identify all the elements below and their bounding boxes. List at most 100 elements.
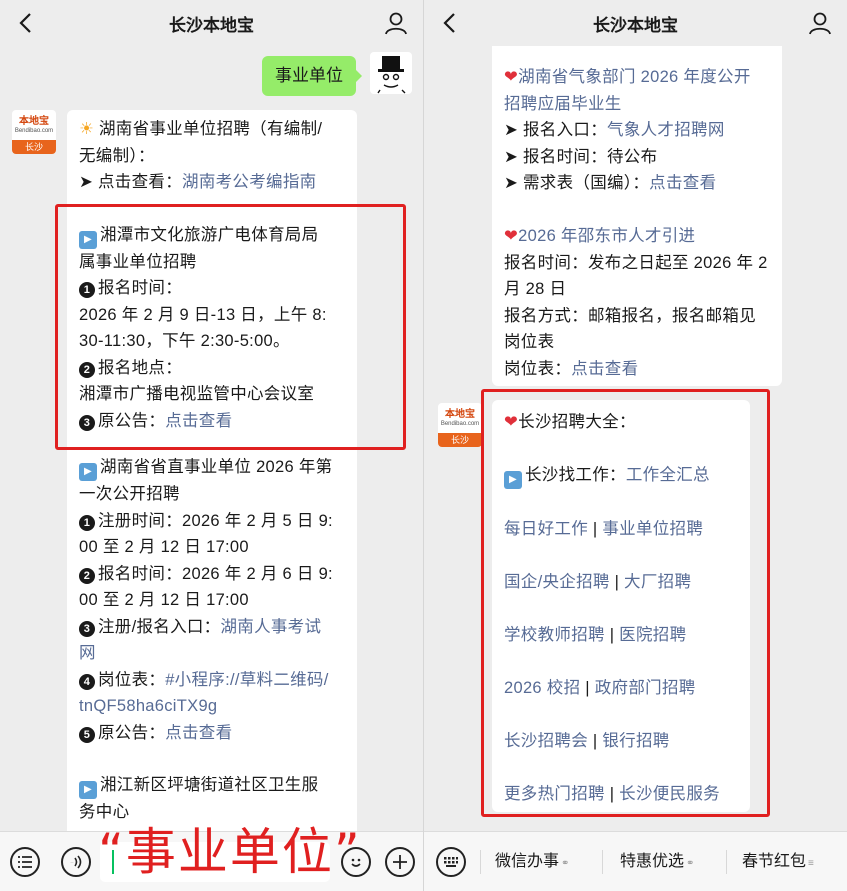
menu-wechat-service[interactable]: 微信办事 ⚭ — [495, 832, 569, 891]
miniprogram-link-2[interactable]: tnQF58ha6ciTX9g — [79, 693, 345, 720]
xiangjiang-title-line: ▶ 湘江新区坪塘街道社区卫生服 — [79, 772, 345, 799]
hunan-exam-link-2[interactable]: 网 — [79, 640, 345, 667]
weather-need-line: ➤ 需求表（国编）：点击查看 — [504, 170, 770, 197]
number-4-icon: 4 — [79, 673, 95, 690]
user-message-bubble[interactable]: 事业单位 — [262, 56, 356, 96]
kaogong-guide-link[interactable]: 湖南考公考编指南 — [182, 173, 316, 191]
number-3-icon: 3 — [79, 620, 95, 637]
intro-label: ➤ 点击查看： — [79, 173, 183, 191]
weather-title-link[interactable]: 湖南省气象部门 2026 年度公开 — [518, 68, 750, 86]
hunan-reg-2: 00 至 2 月 12 日 17:00 — [79, 538, 249, 556]
bubble-tail — [355, 69, 362, 83]
service-menu-bar: 微信办事 ⚭ 特惠优选 ⚭ 春节红包 ≡ — [424, 831, 847, 891]
hunan-item-3: 3 注册/报名入口：湖南人事考试 — [79, 614, 345, 641]
hunan-item-2: 2 报名时间：2026 年 2 月 6 日 9: — [79, 561, 345, 588]
shaodong-post-link[interactable]: 点击查看 — [571, 360, 638, 378]
play-icon: ▶ — [79, 781, 97, 799]
hunan-title-line: ▶ 湖南省省直事业单位 2026 年第 — [79, 454, 345, 481]
shaodong-time-1: 报名时间：发布之日起至 2026 年 2 — [504, 253, 768, 272]
weather-title-line: ❤湖南省气象部门 2026 年度公开 — [504, 64, 770, 91]
chat-header: 长沙本地宝 — [0, 0, 423, 46]
avatar-site: Bendibao.com — [14, 127, 54, 134]
back-arrow-icon[interactable] — [436, 8, 466, 38]
bendibao-avatar[interactable]: 本地宝 Bendibao.com 长沙 — [438, 403, 482, 447]
menu-separator — [480, 850, 481, 874]
shaodong-title-link[interactable]: 2026 年邵东市人才引进 — [518, 227, 695, 245]
keyboard-icon[interactable] — [436, 847, 466, 877]
hunan-reg-1: 注册时间：2026 年 2 月 5 日 9: — [98, 511, 333, 530]
profile-icon[interactable] — [383, 10, 409, 36]
menu-label: 微信办事 — [495, 853, 560, 870]
back-arrow-icon[interactable] — [12, 8, 42, 38]
user-avatar[interactable] — [370, 52, 412, 94]
hunan-title-1: 湖南省省直事业单位 2026 年第 — [100, 458, 333, 476]
message-bubble-right-1: ❤湖南省气象部门 2026 年度公开 招聘应届毕业生 ➤ 报名入口：气象人才招聘… — [492, 46, 782, 386]
bendibao-avatar[interactable]: 本地宝 Bendibao.com 长沙 — [12, 110, 56, 154]
heart-icon: ❤ — [504, 68, 519, 86]
avatar-brand: 本地宝 — [445, 408, 475, 420]
weather-entry-line: ➤ 报名入口：气象人才招聘网 — [504, 117, 770, 144]
hunan-title-2: 一次公开招聘 — [79, 485, 180, 503]
weather-entry-label: ➤ 报名入口： — [504, 121, 608, 139]
hunan-notice-link[interactable]: 点击查看 — [165, 724, 232, 742]
play-icon: ▶ — [79, 463, 97, 481]
hunan-post-label: 岗位表： — [98, 670, 166, 689]
keyword-overlay: “事业单位” — [98, 823, 362, 881]
hunan-item-5: 5 原公告：点击查看 — [79, 720, 345, 747]
voice-icon[interactable] — [61, 847, 91, 877]
sun-icon: ☀ — [79, 120, 95, 138]
hunan-item-1: 1 注册时间：2026 年 2 月 5 日 9: — [79, 508, 345, 535]
shaodong-post-line: 岗位表：点击查看 — [504, 356, 770, 383]
hunan-entry-label: 注册/报名入口： — [98, 617, 221, 636]
chat-title: 长沙本地宝 — [169, 15, 254, 35]
menu-list-icon[interactable] — [10, 847, 40, 877]
avatar-city: 长沙 — [438, 433, 482, 447]
menu-separator — [726, 850, 727, 874]
plus-icon[interactable] — [385, 847, 415, 877]
intro-text-2: 无编制）： — [79, 146, 155, 165]
menu-label: 特惠优选 — [620, 853, 685, 870]
intro-line-1: ☀ 湖南省事业单位招聘（有编制/ — [79, 116, 345, 143]
xiangjiang-title-1: 湘江新区坪塘街道社区卫生服 — [100, 776, 319, 794]
left-chat-pane: 长沙本地宝 事业单位 本地宝 Bendibao.com 长沙 ☀ 湖南省事业单位招… — [0, 0, 423, 891]
highlight-frame — [481, 389, 770, 817]
sketch-avatar-icon — [377, 56, 406, 94]
link-icon: ⚭ — [686, 858, 695, 869]
shaodong-title-line: ❤2026 年邵东市人才引进 — [504, 223, 770, 250]
shaodong-way-2: 岗位表 — [504, 333, 555, 351]
profile-icon[interactable] — [807, 10, 833, 36]
miniprogram-link[interactable]: #小程序://草料二维码/ — [165, 671, 328, 689]
weather-title-link-2[interactable]: 招聘应届毕业生 — [504, 91, 770, 118]
avatar-site: Bendibao.com — [440, 420, 480, 427]
number-2-icon: 2 — [79, 567, 95, 584]
chat-title: 长沙本地宝 — [593, 15, 678, 35]
number-5-icon: 5 — [79, 726, 95, 743]
intro-link-line: ➤ 点击查看：湖南考公考编指南 — [79, 169, 345, 196]
right-chat-pane: 长沙本地宝 ❤湖南省气象部门 2026 年度公开 招聘应届毕业生 ➤ 报名入口：… — [424, 0, 847, 891]
weather-need-label: ➤ 需求表（国编）： — [504, 174, 650, 192]
submenu-icon: ≡ — [808, 858, 814, 869]
chat-header: 长沙本地宝 — [424, 0, 847, 46]
number-1-icon: 1 — [79, 514, 95, 531]
weather-time: ➤ 报名时间：待公布 — [504, 147, 658, 166]
shaodong-way-1: 报名方式：邮箱报名，报名邮箱见 — [504, 306, 756, 325]
hunan-item-4: 4 岗位表：#小程序://草料二维码/ — [79, 667, 345, 694]
hunan-notice-label: 原公告： — [98, 723, 166, 742]
menu-deals[interactable]: 特惠优选 ⚭ — [620, 832, 694, 891]
avatar-brand: 本地宝 — [19, 115, 49, 127]
menu-label: 春节红包 — [742, 853, 807, 870]
intro-text-1: 湖南省事业单位招聘（有编制/ — [98, 120, 323, 138]
weather-talent-link[interactable]: 气象人才招聘网 — [607, 121, 725, 139]
weather-need-link[interactable]: 点击查看 — [649, 174, 716, 192]
shaodong-time-2: 月 28 日 — [504, 280, 567, 298]
menu-red-packet[interactable]: 春节红包 ≡ — [742, 832, 814, 891]
highlight-frame — [55, 204, 406, 450]
shaodong-post-label: 岗位表： — [504, 359, 572, 378]
hunan-sign-2: 00 至 2 月 12 日 17:00 — [79, 591, 249, 609]
avatar-city: 长沙 — [12, 140, 56, 154]
link-icon: ⚭ — [561, 858, 570, 869]
heart-icon: ❤ — [504, 227, 519, 245]
menu-separator — [602, 850, 603, 874]
hunan-exam-link[interactable]: 湖南人事考试 — [220, 618, 321, 636]
